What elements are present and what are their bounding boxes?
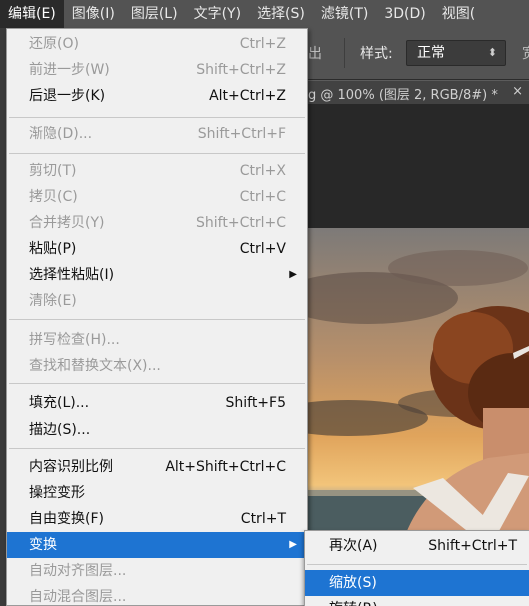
transform-submenu: 再次(A) Shift+Ctrl+T 缩放(S) 旋转(R): [304, 530, 529, 606]
edit-menu: 还原(O) Ctrl+Z 前进一步(W) Shift+Ctrl+Z 后退一步(K…: [6, 28, 308, 606]
document-tab-title: g @ 100% (图层 2, RGB/8#) *: [308, 88, 498, 103]
menu-item-content-aware-scale[interactable]: 内容识别比例 Alt+Shift+Ctrl+C: [7, 454, 307, 480]
options-divider: [344, 38, 345, 68]
menu-item-shortcut: Ctrl+Z: [239, 36, 286, 52]
menu-edit[interactable]: 编辑(E): [0, 0, 64, 28]
menu-item-label: 自由变换(F): [29, 511, 104, 527]
document-tab[interactable]: g @ 100% (图层 2, RGB/8#) * ×: [308, 80, 529, 104]
submenu-item-again[interactable]: 再次(A) Shift+Ctrl+T: [305, 533, 529, 559]
menu-item-label: 清除(E): [29, 293, 77, 309]
menu-item-auto-blend[interactable]: 自动混合图层...: [7, 584, 307, 606]
menu-item-label: 操控变形: [29, 485, 85, 501]
submenu-item-scale[interactable]: 缩放(S): [305, 570, 529, 596]
menu-separator: [307, 564, 527, 565]
menu-item-label: 旋转(R): [329, 596, 378, 606]
menu-item-shortcut: Ctrl+X: [239, 163, 286, 179]
menu-item-cut[interactable]: 剪切(T) Ctrl+X: [7, 158, 307, 184]
menu-item-stroke[interactable]: 描边(S)...: [7, 417, 307, 443]
menu-item-label: 查找和替换文本(X)...: [29, 358, 161, 374]
menu-item-undo[interactable]: 还原(O) Ctrl+Z: [7, 31, 307, 57]
style-select[interactable]: 正常 ⬍: [406, 40, 506, 66]
menu-item-label: 描边(S)...: [29, 422, 91, 438]
menu-filter[interactable]: 滤镜(T): [313, 0, 376, 28]
menu-item-free-transform[interactable]: 自由变换(F) Ctrl+T: [7, 506, 307, 532]
submenu-item-rotate[interactable]: 旋转(R): [305, 596, 529, 606]
menu-item-shortcut: Shift+F5: [225, 395, 286, 411]
submenu-arrow-icon: ▶: [289, 269, 297, 280]
menu-select[interactable]: 选择(S): [249, 0, 313, 28]
menu-item-label: 拷贝(C): [29, 189, 78, 205]
submenu-arrow-icon: ▶: [289, 539, 297, 550]
menu-view[interactable]: 视图(: [434, 0, 483, 28]
menu-separator: [9, 319, 305, 320]
menu-item-shortcut: Ctrl+V: [239, 241, 286, 257]
select-arrows-icon: ⬍: [487, 46, 497, 59]
menu-item-step-backward[interactable]: 后退一步(K) Alt+Ctrl+Z: [7, 83, 307, 109]
style-select-value: 正常: [417, 45, 445, 61]
menu-item-copy[interactable]: 拷贝(C) Ctrl+C: [7, 184, 307, 210]
menu-image[interactable]: 图像(I): [64, 0, 123, 28]
menu-3d[interactable]: 3D(D): [376, 0, 433, 28]
menu-item-label: 自动混合图层...: [29, 589, 127, 605]
menu-item-shortcut: Alt+Ctrl+Z: [209, 88, 286, 104]
width-label: 宽: [522, 43, 529, 63]
menu-separator: [9, 117, 305, 118]
menu-item-label: 前进一步(W): [29, 62, 110, 78]
menu-separator: [9, 153, 305, 154]
menu-item-shortcut: Shift+Ctrl+Z: [196, 62, 286, 78]
menu-item-transform[interactable]: 变换 ▶: [7, 532, 307, 558]
menu-item-label: 选择性粘贴(I): [29, 267, 115, 283]
menu-item-label: 变换: [29, 537, 57, 553]
menu-item-fill[interactable]: 填充(L)... Shift+F5: [7, 390, 307, 416]
menu-item-label: 填充(L)...: [29, 395, 90, 411]
menu-item-puppet-warp[interactable]: 操控变形: [7, 480, 307, 506]
menu-item-label: 缩放(S): [329, 575, 377, 591]
style-label: 样式:: [360, 46, 393, 62]
options-bar: 出 样式: 正常 ⬍ 宽: [308, 28, 529, 80]
menu-item-shortcut: Shift+Ctrl+C: [196, 215, 286, 231]
menu-item-paste[interactable]: 粘贴(P) Ctrl+V: [7, 236, 307, 262]
menu-item-label: 拼写检查(H)...: [29, 332, 120, 348]
menu-item-fade[interactable]: 渐隐(D)... Shift+Ctrl+F: [7, 121, 307, 147]
menu-item-label: 自动对齐图层...: [29, 563, 127, 579]
menu-item-shortcut: Shift+Ctrl+F: [197, 126, 286, 142]
menu-item-auto-align[interactable]: 自动对齐图层...: [7, 558, 307, 584]
menu-item-label: 粘贴(P): [29, 241, 77, 257]
menu-item-shortcut: Shift+Ctrl+T: [428, 538, 517, 554]
menu-item-label: 合并拷贝(Y): [29, 215, 105, 231]
menu-bar: 编辑(E) 图像(I) 图层(L) 文字(Y) 选择(S) 滤镜(T) 3D(D…: [0, 0, 529, 28]
menu-item-check-spelling[interactable]: 拼写检查(H)...: [7, 327, 307, 353]
menu-layer[interactable]: 图层(L): [123, 0, 186, 28]
menu-item-label: 渐隐(D)...: [29, 126, 93, 142]
menu-item-label: 后退一步(K): [29, 88, 106, 104]
menu-separator: [9, 383, 305, 384]
menu-item-step-forward[interactable]: 前进一步(W) Shift+Ctrl+Z: [7, 57, 307, 83]
menu-item-label: 还原(O): [29, 36, 79, 52]
menu-type[interactable]: 文字(Y): [186, 0, 249, 28]
menu-item-label: 内容识别比例: [29, 459, 113, 475]
menu-item-shortcut: Alt+Shift+Ctrl+C: [165, 459, 286, 475]
menu-item-label: 剪切(T): [29, 163, 77, 179]
options-fragment-label: 出: [308, 46, 322, 62]
menu-item-find-replace[interactable]: 查找和替换文本(X)...: [7, 353, 307, 379]
menu-item-shortcut: Ctrl+T: [240, 511, 286, 527]
menu-item-copy-merged[interactable]: 合并拷贝(Y) Shift+Ctrl+C: [7, 210, 307, 236]
menu-separator: [9, 448, 305, 449]
menu-item-paste-special[interactable]: 选择性粘贴(I) ▶: [7, 262, 307, 288]
menu-item-clear[interactable]: 清除(E): [7, 288, 307, 314]
menu-item-shortcut: Ctrl+C: [239, 189, 286, 205]
close-icon[interactable]: ×: [512, 84, 523, 99]
menu-item-label: 再次(A): [329, 538, 378, 554]
